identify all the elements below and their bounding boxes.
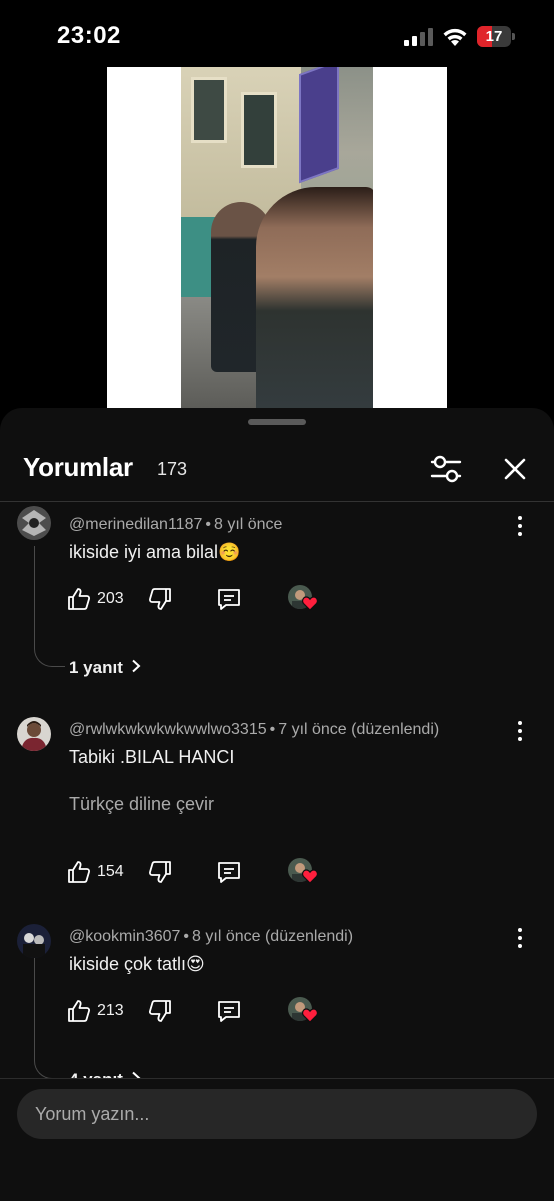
comment-item: @merinedilan1187 • 8 yıl önce ikiside iyi …: [0, 502, 554, 702]
video-player[interactable]: [107, 67, 447, 410]
more-options-icon[interactable]: [510, 514, 530, 542]
thread-line: [34, 958, 65, 1078]
reply-button[interactable]: [216, 996, 246, 1026]
thumbs-up-icon: [68, 588, 91, 610]
video-frame: [181, 67, 373, 410]
view-replies-button[interactable]: 1 yanıt: [69, 658, 141, 678]
comment-text: Tabiki .BILAL HANCI: [69, 747, 235, 767]
chevron-right-icon: [132, 659, 141, 673]
comment-reply-icon: [218, 862, 240, 883]
like-count: 154: [97, 863, 124, 880]
comment-reply-icon: [218, 589, 240, 610]
comment-item: @rwlwkwkwkwkwwlwo3315 • 7 yıl önce (düzenl…: [0, 707, 554, 907]
battery-icon: 17: [477, 26, 515, 47]
like-count: 213: [97, 1002, 124, 1019]
comment-author[interactable]: @rwlwkwkwkwkwwlwo3315: [69, 721, 267, 738]
comment-composer: [0, 1078, 554, 1201]
comment-time: 8 yıl önce: [213, 516, 283, 533]
dislike-button[interactable]: [147, 996, 177, 1026]
battery-level: 17: [485, 28, 503, 45]
replies-label: 1 yanıt: [69, 658, 123, 677]
comments-count: 173: [157, 459, 188, 479]
status-time: 23:02: [57, 22, 121, 49]
thumbs-down-icon: [148, 588, 171, 610]
avatar[interactable]: [17, 506, 51, 540]
like-button[interactable]: 203: [66, 584, 136, 614]
dislike-button[interactable]: [147, 857, 177, 887]
view-replies-button[interactable]: 4 yanıt: [69, 1070, 141, 1078]
reply-button[interactable]: [216, 584, 246, 614]
thread-line: [34, 546, 65, 667]
comment-actions: 213: [66, 996, 346, 1026]
like-button[interactable]: 154: [66, 857, 136, 887]
status-bar: 23:02 17: [0, 0, 554, 70]
comment-time: 8 yıl önce (düzenlendi): [192, 928, 354, 945]
comments-sheet: Yorumlar 173 @merinedilan1187 • 8 yıl önce…: [0, 408, 554, 1201]
more-options-icon[interactable]: [510, 719, 530, 747]
comment-time: 7 yıl önce (düzenlendi): [278, 721, 440, 738]
thumbs-down-icon: [148, 1000, 171, 1022]
comment-item: @kookmin3607 • 8 yıl önce (düzenlendi) iki…: [0, 914, 554, 1078]
comment-meta: @rwlwkwkwkwkwwlwo3315 • 7 yıl önce (düzenl…: [69, 721, 440, 738]
comment-author[interactable]: @kookmin3607: [69, 928, 180, 945]
sliders-icon[interactable]: [426, 450, 466, 488]
creator-heart-icon: [302, 596, 318, 611]
creator-heart-icon: [302, 869, 318, 884]
comment-reply-icon: [218, 1001, 240, 1022]
avatar[interactable]: [17, 717, 51, 751]
avatar[interactable]: [17, 924, 51, 958]
replies-label: 4 yanıt: [69, 1070, 123, 1078]
drag-handle[interactable]: [248, 419, 306, 425]
cellular-signal-icon: [404, 28, 434, 46]
close-icon[interactable]: [496, 450, 534, 488]
comment-meta: @merinedilan1187 • 8 yıl önce: [69, 516, 283, 533]
thumbs-down-icon: [148, 861, 171, 883]
like-button[interactable]: 213: [66, 996, 136, 1026]
more-options-icon[interactable]: [510, 926, 530, 954]
comment-text: ikiside çok tatlı😍: [69, 954, 205, 974]
comments-list[interactable]: @merinedilan1187 • 8 yıl önce ikiside iyi …: [0, 502, 554, 1078]
comment-actions: 154: [66, 857, 346, 887]
chevron-right-icon: [132, 1071, 141, 1078]
reply-button[interactable]: [216, 857, 246, 887]
comment-input[interactable]: [17, 1089, 537, 1139]
wifi-icon: [443, 28, 467, 46]
thumbs-up-icon: [68, 1000, 91, 1022]
translate-link[interactable]: Türkçe diline çevir: [69, 794, 214, 815]
comment-text: ikiside iyi ama bilal☺️: [69, 542, 241, 562]
dislike-button[interactable]: [147, 584, 177, 614]
comment-actions: 203: [66, 584, 346, 614]
like-count: 203: [97, 590, 124, 607]
comment-meta: @kookmin3607 • 8 yıl önce (düzenlendi): [69, 928, 354, 945]
comment-author[interactable]: @merinedilan1187: [69, 516, 202, 533]
creator-heart-icon: [302, 1008, 318, 1023]
thumbs-up-icon: [68, 861, 91, 883]
comments-title: Yorumlar: [23, 452, 133, 482]
